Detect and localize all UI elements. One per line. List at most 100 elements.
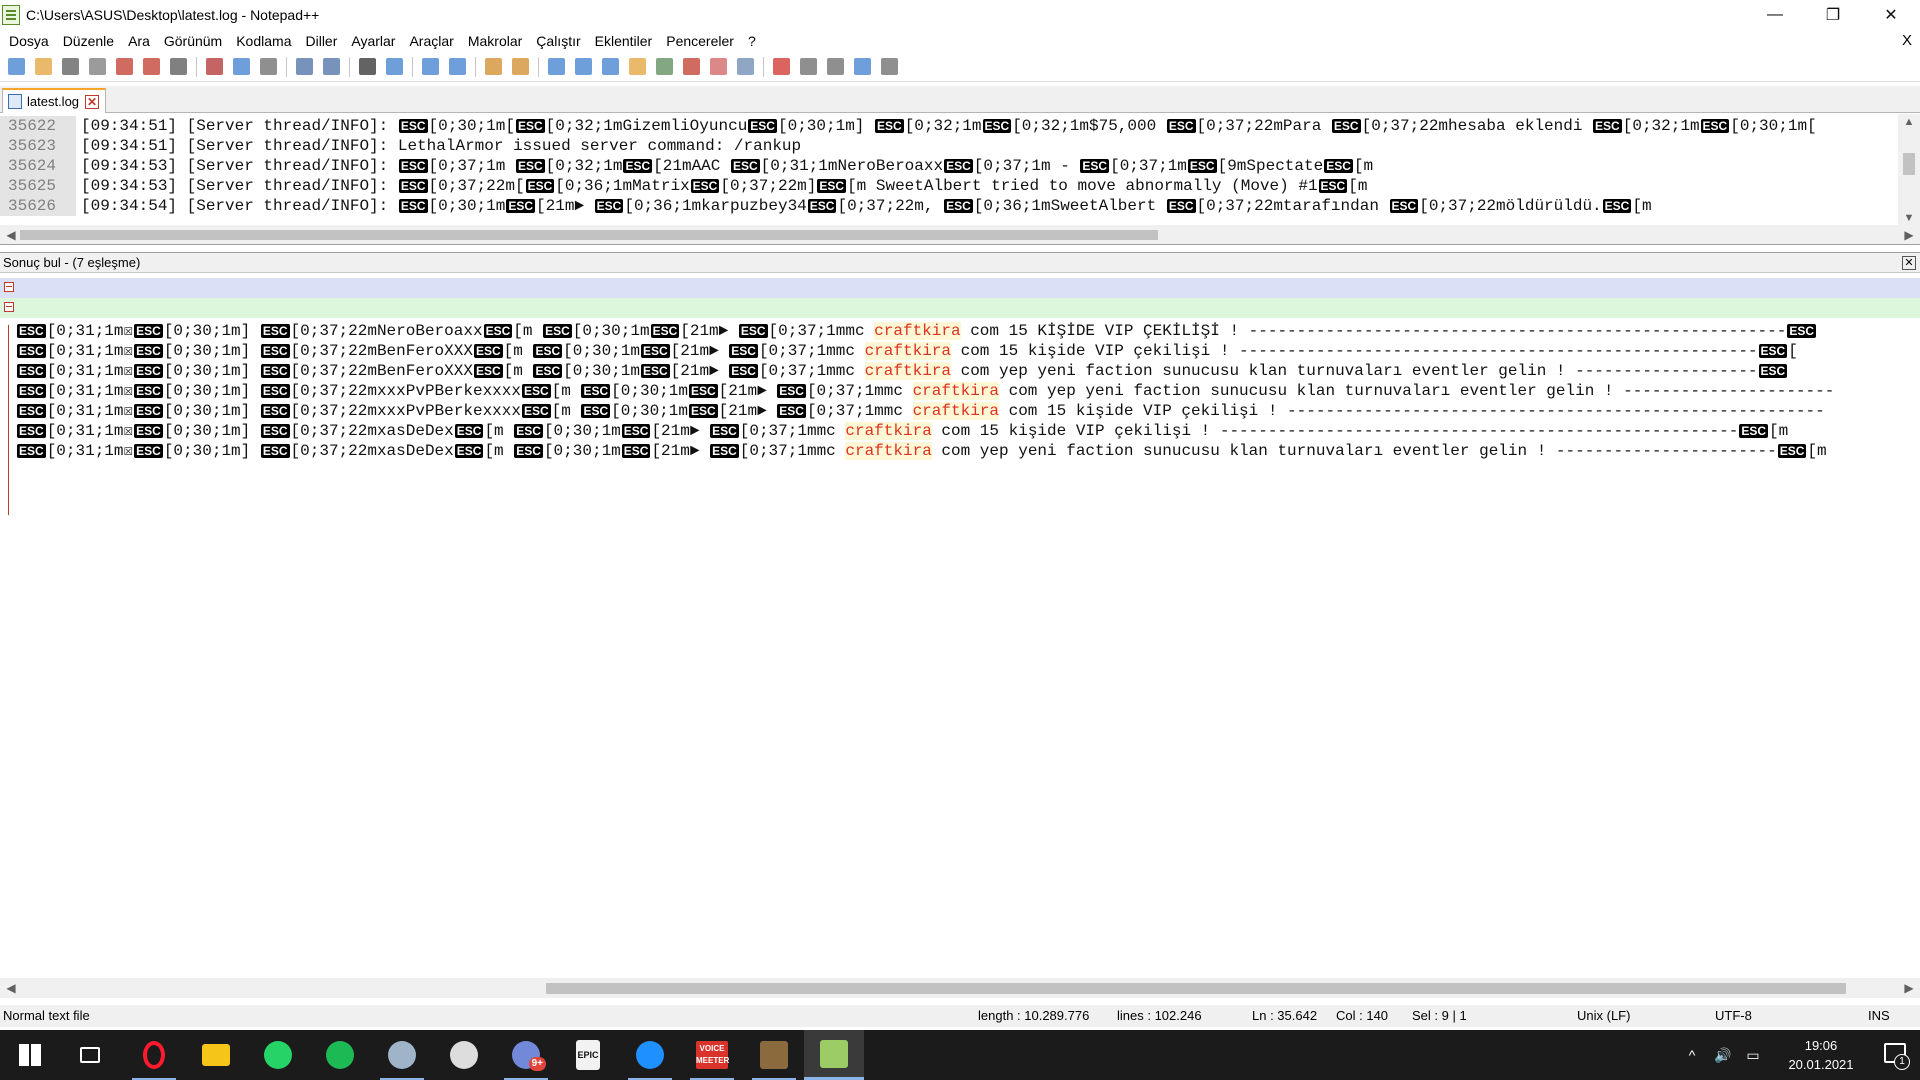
editor-text-area[interactable]: 35622 [09:34:51] [Server thread/INFO]: ES…	[0, 116, 1896, 222]
menu-eklentiler[interactable]: Eklentiler	[588, 30, 660, 52]
result-line[interactable]: ESC [0;31;1m☒ ESC [0;30;1m] ESC [0;37;22mBen…	[16, 361, 1916, 381]
find-button[interactable]	[355, 55, 379, 79]
menu-gorunum[interactable]: Görünüm	[157, 30, 229, 52]
tab-close-icon[interactable]: ✕	[85, 94, 100, 109]
status-encoding[interactable]: UTF-8	[1715, 1005, 1752, 1027]
discord-taskbar-button[interactable]: 9+	[496, 1030, 556, 1080]
editor-line[interactable]: 35623 [09:34:51] [Server thread/INFO]: Le…	[0, 136, 1896, 156]
menu-araclar[interactable]: Araçlar	[402, 30, 460, 52]
doc-map-button[interactable]	[652, 55, 676, 79]
close-button[interactable]	[112, 55, 136, 79]
word-wrap-button[interactable]	[544, 55, 568, 79]
function-list-button[interactable]	[679, 55, 703, 79]
result-line[interactable]: ESC [0;31;1m☒ ESC [0;30;1m] ESC [0;37;22mxas…	[16, 441, 1916, 461]
network-icon[interactable]: ▭	[1740, 1030, 1766, 1080]
menu-pencereler[interactable]: Pencereler	[659, 30, 741, 52]
sync-horizontal-button[interactable]	[508, 55, 532, 79]
menu-makrolar[interactable]: Makrolar	[461, 30, 529, 52]
menu-calistir[interactable]: Çalıştır	[529, 30, 587, 52]
results-horizontal-scrollbar[interactable]: ◀ ▶	[0, 978, 1920, 998]
scroll-left-icon[interactable]: ◀	[2, 978, 20, 998]
obs-taskbar-button[interactable]	[434, 1030, 494, 1080]
result-line[interactable]: ESC [0;31;1m☒ ESC [0;30;1m] ESC [0;37;22mNer…	[16, 321, 1916, 341]
tray-chevron-icon[interactable]: ^	[1680, 1030, 1704, 1080]
close-document-button[interactable]: X	[1902, 30, 1912, 52]
menu-duzenle[interactable]: Düzenle	[56, 30, 121, 52]
redo-button[interactable]	[319, 55, 343, 79]
copy-button[interactable]	[229, 55, 253, 79]
task-view-taskbar-button[interactable]	[60, 1030, 120, 1080]
new-file-button[interactable]	[4, 55, 28, 79]
udl-button[interactable]	[625, 55, 649, 79]
status-eol[interactable]: Unix (LF)	[1577, 1005, 1630, 1027]
close-window-button[interactable]: ✕	[1862, 0, 1920, 30]
editor-pane[interactable]: 35622 [09:34:51] [Server thread/INFO]: ES…	[0, 114, 1920, 245]
system-clock[interactable]: 19:06 20.01.2021	[1776, 1036, 1866, 1074]
tab-latest-log[interactable]: latest.log ✕	[2, 88, 106, 113]
minecraft-taskbar-button[interactable]	[744, 1030, 804, 1080]
maximize-button[interactable]: ❐	[1804, 0, 1862, 30]
search-summary-row[interactable]	[0, 278, 1920, 298]
editor-vscroll-thumb[interactable]	[1903, 153, 1915, 175]
volume-icon[interactable]: 🔊	[1710, 1030, 1736, 1080]
spotify-taskbar-button[interactable]	[310, 1030, 370, 1080]
zoom-in-button[interactable]	[418, 55, 442, 79]
scroll-down-icon[interactable]: ▼	[1898, 210, 1920, 226]
notepadpp-app-icon[interactable]	[2, 5, 20, 25]
find-results-list[interactable]: ESC [0;31;1m☒ ESC [0;30;1m] ESC [0;37;22mNer…	[16, 321, 1916, 481]
cut-button[interactable]	[202, 55, 226, 79]
result-line[interactable]: ESC [0;31;1m☒ ESC [0;30;1m] ESC [0;37;22mxas…	[16, 421, 1916, 441]
menu-diller[interactable]: Diller	[298, 30, 344, 52]
monitoring-button[interactable]	[733, 55, 757, 79]
editor-line[interactable]: 35624 [09:34:53] [Server thread/INFO]: ES…	[0, 156, 1896, 176]
run-macro-multiple-button[interactable]	[850, 55, 874, 79]
folder-as-workspace-button[interactable]	[706, 55, 730, 79]
editor-horizontal-scrollbar[interactable]: ◀ ▶	[0, 225, 1920, 244]
fold-search-icon[interactable]	[4, 282, 14, 292]
paste-button[interactable]	[256, 55, 280, 79]
menu-help[interactable]: ?	[741, 30, 763, 52]
whatsapp-taskbar-button[interactable]	[248, 1030, 308, 1080]
fold-file-icon[interactable]	[4, 302, 14, 312]
file-summary-row[interactable]	[0, 298, 1920, 318]
voicemeeter-taskbar-button[interactable]: VOICE MEETER	[682, 1030, 742, 1080]
zoom-out-button[interactable]	[445, 55, 469, 79]
menu-ayarlar[interactable]: Ayarlar	[344, 30, 402, 52]
scroll-right-icon[interactable]: ▶	[1900, 978, 1918, 998]
results-hscroll-thumb[interactable]	[546, 983, 1846, 994]
print-button[interactable]	[166, 55, 190, 79]
open-file-button[interactable]	[31, 55, 55, 79]
save-macro-button[interactable]	[877, 55, 901, 79]
scroll-up-icon[interactable]: ▲	[1898, 114, 1920, 130]
epic-games-taskbar-button[interactable]: EPIC	[558, 1030, 618, 1080]
minimize-button[interactable]: —	[1746, 0, 1804, 30]
steam-taskbar-button[interactable]	[372, 1030, 432, 1080]
undo-button[interactable]	[292, 55, 316, 79]
stop-macro-button[interactable]	[796, 55, 820, 79]
save-button[interactable]	[58, 55, 82, 79]
notepadpp-taskbar-button[interactable]	[804, 1030, 864, 1080]
menu-ara[interactable]: Ara	[121, 30, 157, 52]
record-macro-button[interactable]	[769, 55, 793, 79]
scroll-left-icon[interactable]: ◀	[2, 225, 20, 244]
save-all-button[interactable]	[85, 55, 109, 79]
scroll-right-icon[interactable]: ▶	[1900, 225, 1918, 244]
close-all-button[interactable]	[139, 55, 163, 79]
replace-button[interactable]	[382, 55, 406, 79]
status-insert-mode[interactable]: INS	[1868, 1005, 1890, 1027]
result-line[interactable]: ESC [0;31;1m☒ ESC [0;30;1m] ESC [0;37;22mxxx…	[16, 381, 1916, 401]
play-macro-button[interactable]	[823, 55, 847, 79]
indent-guide-button[interactable]	[598, 55, 622, 79]
menu-kodlama[interactable]: Kodlama	[229, 30, 298, 52]
result-line[interactable]: ESC [0;31;1m☒ ESC [0;30;1m] ESC [0;37;22mBen…	[16, 341, 1916, 361]
result-line[interactable]: ESC [0;31;1m☒ ESC [0;30;1m] ESC [0;37;22mxxx…	[16, 401, 1916, 421]
menu-dosya[interactable]: Dosya	[2, 30, 56, 52]
editor-line[interactable]: 35625 [09:34:53] [Server thread/INFO]: ES…	[0, 176, 1896, 196]
editor-hscroll-thumb[interactable]	[20, 230, 1158, 240]
editor-line[interactable]: 35622 [09:34:51] [Server thread/INFO]: ES…	[0, 116, 1896, 136]
start-taskbar-button[interactable]	[0, 1030, 60, 1080]
show-all-chars-button[interactable]	[571, 55, 595, 79]
opera-taskbar-button[interactable]	[124, 1030, 184, 1080]
headset-taskbar-button[interactable]	[620, 1030, 680, 1080]
file-explorer-taskbar-button[interactable]	[186, 1030, 246, 1080]
